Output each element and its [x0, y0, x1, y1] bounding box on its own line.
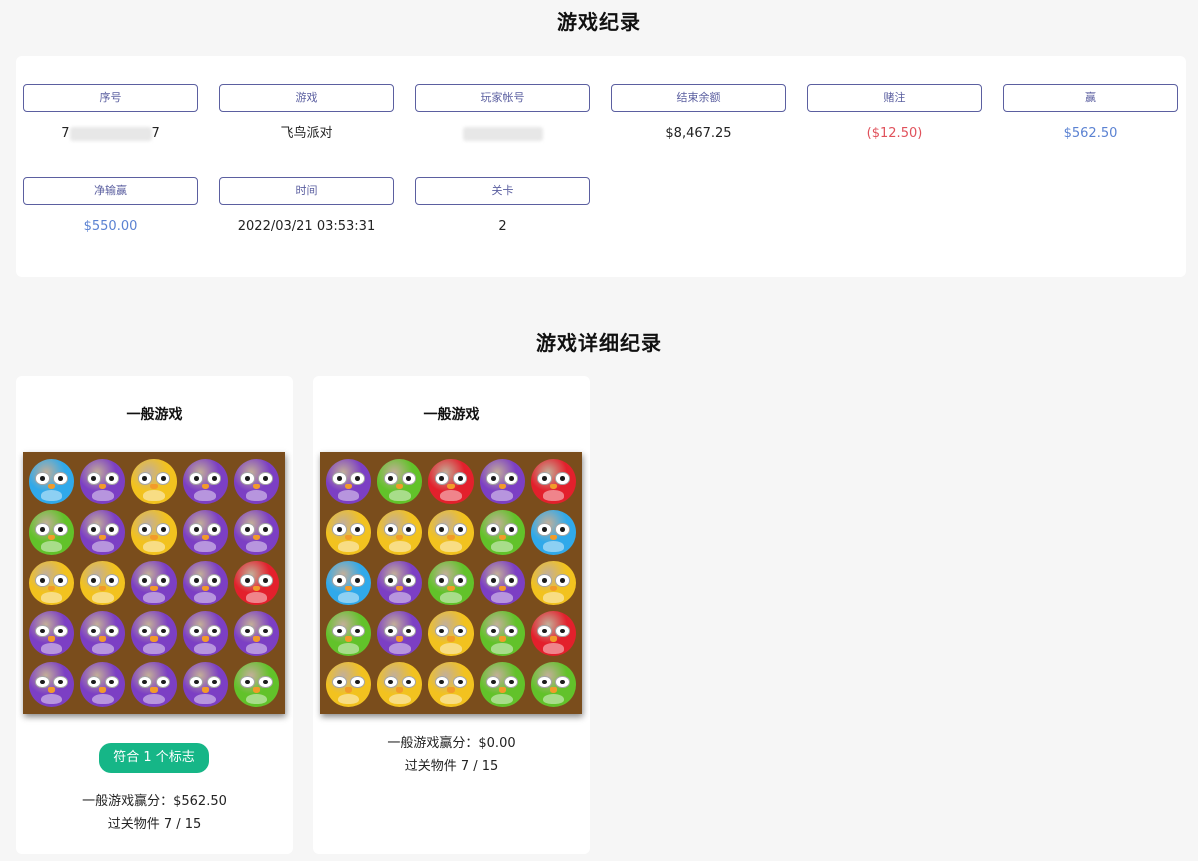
purple-bird-icon: [377, 560, 423, 606]
field-game-value: 飞鸟派对: [280, 126, 333, 141]
purple-bird-icon: [182, 662, 228, 707]
field-bet-value: ($12.50): [866, 126, 923, 141]
field-win-value: $562.50: [1063, 126, 1118, 141]
field-end-balance-value: $8,467.25: [665, 126, 732, 141]
field-time: 时间 2022/03/21 03:53:31: [219, 177, 394, 235]
red-bird-icon: [233, 560, 279, 606]
card-title: 一般游戏: [423, 407, 480, 423]
yellow-bird-icon: [377, 509, 423, 555]
yellow-bird-icon: [428, 662, 474, 707]
field-bet: 赌注 ($12.50): [807, 84, 982, 142]
purple-bird-icon: [233, 509, 279, 555]
purple-bird-icon: [182, 459, 228, 504]
win-text: 一般游戏赢分：$562.50: [82, 794, 227, 809]
purple-bird-icon: [29, 611, 75, 657]
field-end-balance: 结束余额 $8,467.25: [611, 84, 786, 142]
purple-bird-icon: [233, 611, 279, 657]
detail-card: 一般游戏 一般游戏赢分：$0.00 过关物件 7 / 15: [313, 376, 590, 854]
yellow-bird-icon: [131, 459, 177, 504]
purple-bird-icon: [80, 509, 126, 555]
masked-serial: [69, 126, 152, 141]
field-player-account-label: 玩家帐号: [415, 84, 590, 112]
purple-bird-icon: [182, 611, 228, 657]
match-badge: 符合 1 个标志: [99, 743, 209, 773]
field-serial-label: 序号: [23, 84, 198, 112]
field-time-label: 时间: [219, 177, 394, 205]
yellow-bird-icon: [131, 509, 177, 555]
green-bird-icon: [29, 509, 75, 555]
field-win: 赢 $562.50: [1003, 84, 1178, 142]
purple-bird-icon: [182, 509, 228, 555]
card-summary: 一般游戏赢分：$0.00 过关物件 7 / 15: [313, 732, 590, 778]
green-bird-icon: [479, 611, 525, 657]
blue-bird-icon: [29, 459, 75, 504]
purple-bird-icon: [131, 662, 177, 707]
section-title-detail-record: 游戏详细纪录: [536, 331, 662, 355]
blue-bird-icon: [530, 509, 576, 555]
masked-account: [462, 126, 543, 141]
card-summary: 一般游戏赢分：$562.50 过关物件 7 / 15: [16, 790, 293, 836]
purple-bird-icon: [80, 459, 126, 504]
game-board[interactable]: [23, 452, 285, 714]
serial-prefix: 7: [61, 126, 70, 141]
detail-card: 一般游戏 符合 1 个标志 一般游戏赢分：$562.50 过关物件 7 / 15: [16, 376, 293, 854]
blue-bird-icon: [326, 560, 372, 606]
yellow-bird-icon: [428, 509, 474, 555]
field-net-win: 净输赢 $550.00: [23, 177, 198, 235]
field-bet-label: 赌注: [807, 84, 982, 112]
card-title: 一般游戏: [126, 407, 183, 423]
purple-bird-icon: [326, 459, 372, 504]
page-title-game-record: 游戏纪录: [557, 10, 641, 34]
green-bird-icon: [233, 662, 279, 707]
field-time-value: 2022/03/21 03:53:31: [237, 219, 376, 234]
green-bird-icon: [377, 459, 423, 504]
red-bird-icon: [530, 611, 576, 657]
field-net-win-value: $550.00: [83, 219, 138, 234]
field-game-label: 游戏: [219, 84, 394, 112]
items-text: 过关物件 7 / 15: [404, 759, 499, 774]
field-level: 关卡 2: [415, 177, 590, 235]
field-player-account-value: [415, 126, 590, 142]
field-win-label: 赢: [1003, 84, 1178, 112]
yellow-bird-icon: [530, 560, 576, 606]
yellow-bird-icon: [326, 509, 372, 555]
purple-bird-icon: [131, 611, 177, 657]
field-serial: 序号 77: [23, 84, 198, 142]
purple-bird-icon: [479, 459, 525, 504]
green-bird-icon: [428, 560, 474, 606]
green-bird-icon: [326, 611, 372, 657]
yellow-bird-icon: [80, 560, 126, 606]
yellow-bird-icon: [29, 560, 75, 606]
field-serial-value: 77: [23, 126, 198, 142]
field-game: 游戏 飞鸟派对: [219, 84, 394, 142]
red-bird-icon: [530, 459, 576, 504]
yellow-bird-icon: [377, 662, 423, 707]
green-bird-icon: [530, 662, 576, 707]
purple-bird-icon: [479, 560, 525, 606]
purple-bird-icon: [182, 560, 228, 606]
items-text: 过关物件 7 / 15: [107, 817, 202, 832]
yellow-bird-icon: [428, 611, 474, 657]
serial-suffix: 7: [151, 126, 160, 141]
yellow-bird-icon: [326, 662, 372, 707]
purple-bird-icon: [80, 611, 126, 657]
purple-bird-icon: [131, 560, 177, 606]
red-bird-icon: [428, 459, 474, 504]
field-end-balance-label: 结束余额: [611, 84, 786, 112]
field-net-win-label: 净输赢: [23, 177, 198, 205]
purple-bird-icon: [80, 662, 126, 707]
field-level-label: 关卡: [415, 177, 590, 205]
green-bird-icon: [479, 662, 525, 707]
purple-bird-icon: [233, 459, 279, 504]
game-record-card: 序号 77 游戏 飞鸟派对 玩家帐号 结束余额 $8,467.25 赌注 ($1…: [16, 56, 1186, 277]
purple-bird-icon: [29, 662, 75, 707]
green-bird-icon: [479, 509, 525, 555]
purple-bird-icon: [377, 611, 423, 657]
field-player-account: 玩家帐号: [415, 84, 590, 142]
game-board[interactable]: [320, 452, 582, 714]
field-level-value: 2: [498, 219, 507, 234]
win-text: 一般游戏赢分：$0.00: [387, 736, 516, 751]
